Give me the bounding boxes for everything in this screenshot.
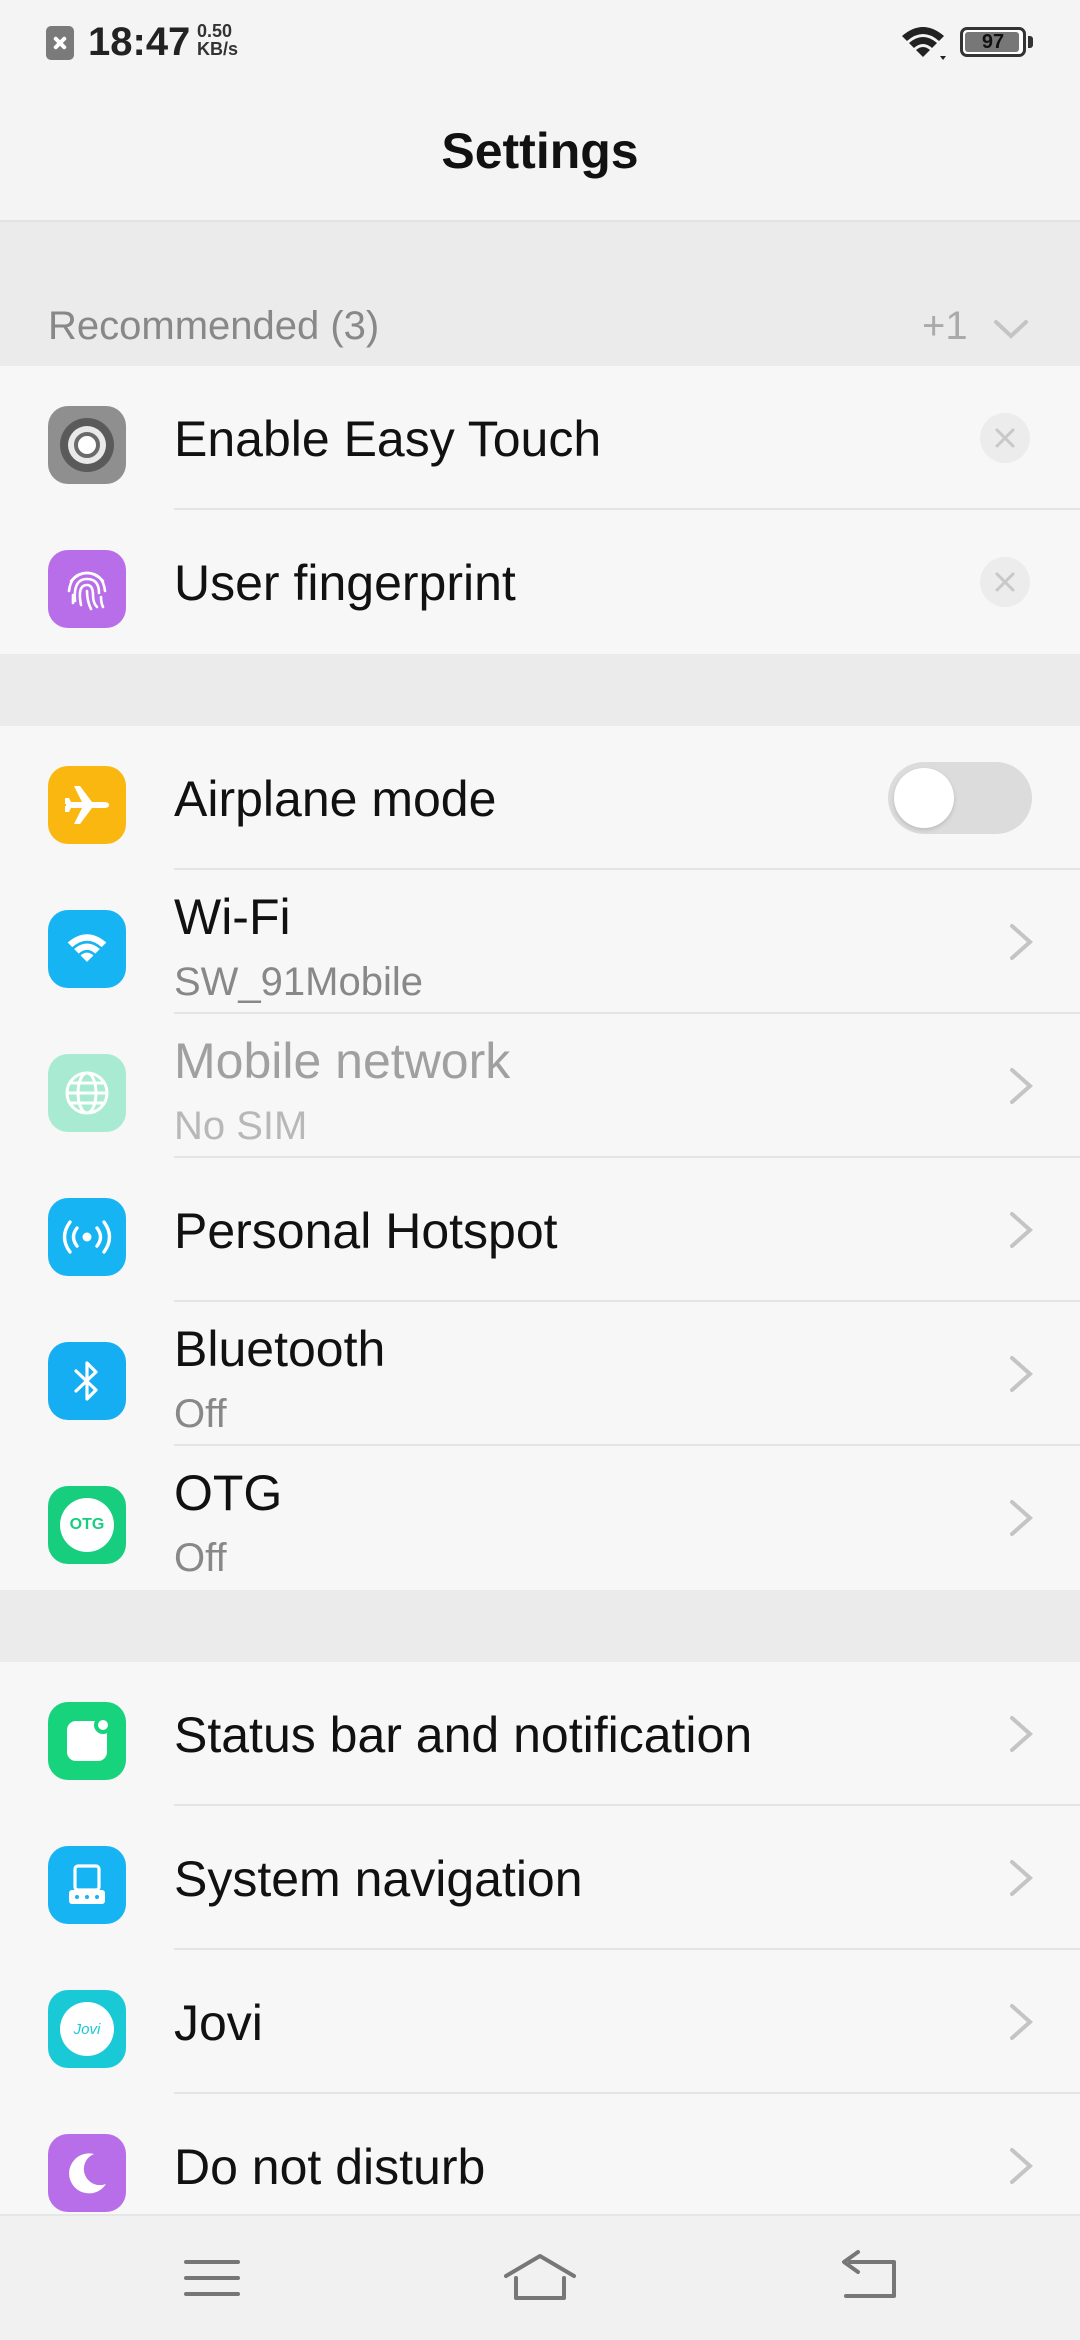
row-label: Bluetooth — [174, 1321, 386, 1377]
section-gap — [0, 654, 1080, 726]
otg-icon-text: OTG — [69, 1516, 105, 1533]
dismiss-button[interactable] — [980, 557, 1030, 607]
chevron-down-icon[interactable] — [990, 308, 1032, 350]
row-label: Personal Hotspot — [174, 1203, 558, 1259]
settings-item-bluetooth[interactable]: Bluetooth Off — [0, 1302, 1080, 1446]
fingerprint-icon — [48, 550, 126, 628]
chevron-right-icon — [1010, 1716, 1034, 1752]
jovi-icon-text: Jovi — [73, 2020, 101, 2038]
recommended-more-count: +1 — [922, 304, 968, 348]
row-subtitle: Off — [174, 1536, 227, 1580]
battery-cap — [1028, 36, 1033, 48]
row-label: User fingerprint — [174, 555, 516, 611]
row-label: Wi-Fi — [174, 889, 291, 945]
row-label: Jovi — [174, 1995, 263, 2051]
settings-item-personal-hotspot[interactable]: Personal Hotspot — [0, 1158, 1080, 1302]
status-bar-icon — [48, 1702, 126, 1780]
chevron-right-icon — [1010, 924, 1034, 960]
chevron-right-icon — [1010, 1356, 1034, 1392]
chevron-right-icon — [1010, 1212, 1034, 1248]
close-icon — [995, 428, 1015, 448]
battery-icon: 97 — [960, 27, 1026, 57]
recommended-header[interactable]: Recommended (3) +1 — [0, 292, 1080, 366]
wifi-icon — [902, 27, 946, 60]
row-subtitle: Off — [174, 1392, 227, 1436]
settings-item-airplane-mode[interactable]: Airplane mode — [0, 726, 1080, 870]
dismiss-button[interactable] — [980, 413, 1030, 463]
section-gap — [0, 1590, 1080, 1662]
home-icon[interactable] — [500, 2246, 580, 2310]
settings-item-wifi[interactable]: Wi-Fi SW_91Mobile — [0, 870, 1080, 1014]
airplane-mode-toggle[interactable] — [888, 762, 1032, 834]
row-subtitle: No SIM — [174, 1104, 308, 1148]
row-subtitle: SW_91Mobile — [174, 960, 424, 1004]
recommended-item-fingerprint[interactable]: User fingerprint — [0, 510, 1080, 654]
network-speed: 0.50 KB/s — [197, 22, 257, 58]
settings-item-system-navigation[interactable]: System navigation — [0, 1806, 1080, 1950]
settings-item-status-bar[interactable]: Status bar and notification — [0, 1662, 1080, 1806]
chevron-right-icon — [1010, 2148, 1034, 2184]
recommended-item-easy-touch[interactable]: Enable Easy Touch — [0, 366, 1080, 510]
system-group: Status bar and notification System navig… — [0, 1662, 1080, 2214]
recommended-group: Enable Easy Touch User fingerprint — [0, 366, 1080, 654]
moon-icon — [48, 2134, 126, 2212]
back-icon[interactable] — [830, 2246, 910, 2310]
hotspot-icon — [48, 1198, 126, 1276]
close-icon — [995, 572, 1015, 592]
navigation-bar — [0, 2214, 1080, 2340]
page-title: Settings — [441, 123, 639, 179]
chevron-right-icon — [1010, 1860, 1034, 1896]
settings-item-otg[interactable]: OTG OTG Off — [0, 1446, 1080, 1590]
chevron-right-icon — [1010, 1500, 1034, 1536]
bluetooth-icon — [48, 1342, 126, 1420]
airplane-icon — [48, 766, 126, 844]
row-label: Do not disturb — [174, 2139, 486, 2195]
battery-level: 97 — [981, 31, 1005, 53]
settings-item-mobile-network[interactable]: Mobile network No SIM — [0, 1014, 1080, 1158]
row-label: Status bar and notification — [174, 1707, 753, 1763]
settings-item-jovi[interactable]: Jovi Jovi — [0, 1950, 1080, 2094]
recommended-title: Recommended (3) — [48, 304, 380, 348]
row-label: Mobile network — [174, 1033, 511, 1089]
status-time: 18:47 — [88, 20, 191, 64]
status-bar: 18:47 0.50 KB/s 97 — [0, 0, 1080, 84]
connectivity-group: Airplane mode Wi-Fi SW_91Mobile Mobile n… — [0, 726, 1080, 1590]
network-speed-value: 0.50 — [197, 21, 233, 41]
row-label: Airplane mode — [174, 771, 497, 827]
easy-touch-icon — [48, 406, 126, 484]
globe-icon — [48, 1054, 126, 1132]
jovi-icon: Jovi — [48, 1990, 126, 2068]
app-header: Settings — [0, 84, 1080, 222]
network-speed-unit: KB/s — [197, 39, 239, 59]
row-label: OTG — [174, 1465, 283, 1521]
notification-blocked-icon — [46, 26, 74, 60]
menu-icon[interactable] — [172, 2246, 252, 2310]
otg-icon: OTG — [48, 1486, 126, 1564]
row-label: Enable Easy Touch — [174, 411, 602, 467]
chevron-right-icon — [1010, 2004, 1034, 2040]
section-gap — [0, 222, 1080, 292]
wifi-icon — [48, 910, 126, 988]
chevron-right-icon — [1010, 1068, 1034, 1104]
toggle-knob — [894, 768, 954, 828]
row-label: System navigation — [174, 1851, 583, 1907]
system-navigation-icon — [48, 1846, 126, 1924]
